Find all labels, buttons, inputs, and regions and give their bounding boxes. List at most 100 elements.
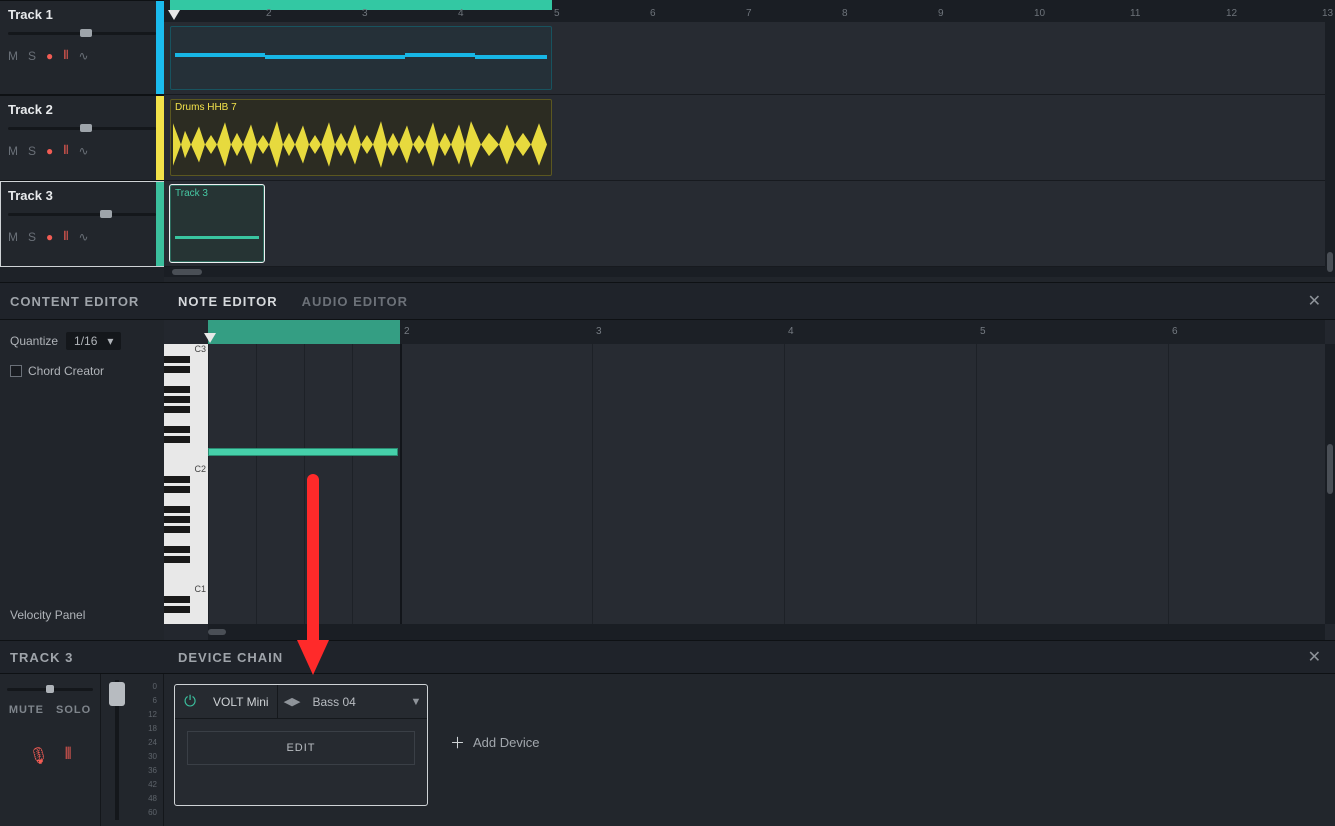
- record-arm-icon[interactable]: ●: [46, 144, 53, 158]
- ruler-tick: 13: [1322, 8, 1333, 19]
- quantize-value: 1/16: [74, 334, 97, 348]
- fader-scale: 0 6 12 18 24 30 36 42 48 60: [133, 680, 157, 820]
- ruler-tick: 11: [1130, 8, 1140, 19]
- eq-icon[interactable]: ⦀: [63, 48, 68, 63]
- ruler-tick: 6: [1172, 326, 1178, 337]
- mute-button[interactable]: M: [8, 230, 18, 244]
- ruler-tick: 2: [404, 326, 410, 337]
- midi-clip[interactable]: [170, 26, 552, 90]
- key-label: C2: [194, 464, 206, 474]
- ruler-tick: 7: [746, 8, 752, 19]
- ruler-tick: 6: [650, 8, 656, 19]
- solo-button[interactable]: S: [28, 49, 36, 63]
- track-strip-3[interactable]: Track 3 M S ● ⦀ ∿: [0, 181, 164, 267]
- key-label: C1: [194, 584, 206, 594]
- automation-icon[interactable]: ∿: [79, 144, 89, 158]
- pan-slider[interactable]: [7, 684, 93, 694]
- track-volume-slider[interactable]: [8, 123, 156, 133]
- device-area: ⏻ VOLT Mini ◀▶ Bass 04 ▼ EDIT ＋ Add Devi…: [164, 674, 1335, 826]
- track-section-title: TRACK 3: [0, 650, 164, 665]
- add-device-button[interactable]: ＋ Add Device: [450, 732, 540, 753]
- h-scrollbar[interactable]: [208, 624, 1325, 640]
- volume-fader[interactable]: 0 6 12 18 24 30 36 42 48 60: [100, 674, 164, 826]
- arrangement-timeline[interactable]: 2 3 4 5 6 7 8 9 10 11 12 13 Drums HHB 7: [164, 0, 1335, 282]
- mute-button[interactable]: M: [8, 49, 18, 63]
- v-scrollbar[interactable]: [1325, 344, 1335, 624]
- waveform: [171, 118, 551, 171]
- ruler-tick: 2: [266, 8, 272, 19]
- arrangement-area: Track 1 M S ● ⦀ ∿ Track 2 M S ● ⦀ ∿: [0, 0, 1335, 282]
- midi-clip[interactable]: Track 3: [170, 185, 264, 262]
- v-scrollbar[interactable]: [1325, 22, 1335, 272]
- h-scrollbar[interactable]: [164, 267, 1335, 277]
- device-power-button[interactable]: ⏻: [175, 693, 205, 710]
- solo-button[interactable]: S: [28, 144, 36, 158]
- chord-creator-checkbox[interactable]: [10, 365, 22, 377]
- editor-header: CONTENT EDITOR NOTE EDITOR AUDIO EDITOR …: [0, 282, 1335, 320]
- ruler-tick: 3: [362, 8, 368, 19]
- close-device-chain-button[interactable]: ✕: [1308, 647, 1321, 667]
- timeline-ruler[interactable]: 2 3 4 5 6 7 8 9 10 11 12 13: [164, 0, 1335, 22]
- ruler-tick: 4: [788, 326, 794, 337]
- mixer-strip: MUTE SOLO 🎙 ⦀: [0, 674, 100, 826]
- preset-name[interactable]: Bass 04: [307, 695, 406, 709]
- piano-roll-ruler[interactable]: 2 3 4 5 6: [208, 320, 1325, 344]
- ruler-tick: 12: [1226, 8, 1237, 19]
- track-strip-2[interactable]: Track 2 M S ● ⦀ ∿: [0, 95, 164, 181]
- velocity-panel-label[interactable]: Velocity Panel: [10, 608, 154, 622]
- device-name: VOLT Mini: [205, 685, 278, 718]
- track-volume-slider[interactable]: [8, 28, 156, 38]
- editor-body: Quantize 1/16 ▾ Chord Creator Velocity P…: [0, 320, 1335, 640]
- midi-note[interactable]: [208, 448, 398, 456]
- solo-button[interactable]: S: [28, 230, 36, 244]
- ruler-tick: 5: [980, 326, 986, 337]
- track-strip-1[interactable]: Track 1 M S ● ⦀ ∿: [0, 0, 164, 95]
- chord-creator-label: Chord Creator: [28, 364, 104, 378]
- clip-label: Track 3: [175, 188, 208, 199]
- loop-region[interactable]: [170, 0, 552, 10]
- playhead[interactable]: [168, 10, 180, 22]
- fader-knob[interactable]: [109, 682, 125, 706]
- mute-button[interactable]: M: [8, 144, 18, 158]
- track-name: Track 3: [8, 188, 156, 203]
- automation-icon[interactable]: ∿: [79, 49, 89, 63]
- preset-prev-next[interactable]: ◀▶: [278, 695, 307, 708]
- chevron-down-icon: ▾: [107, 334, 113, 348]
- piano-roll[interactable]: 2 3 4 5 6 C3 C2 C1: [164, 320, 1335, 640]
- eq-icon[interactable]: ⦀: [65, 746, 72, 766]
- playhead[interactable]: [204, 332, 216, 344]
- automation-icon[interactable]: ∿: [79, 230, 89, 244]
- solo-button[interactable]: SOLO: [56, 704, 91, 716]
- device-chain-title: DEVICE CHAIN: [178, 650, 283, 665]
- clip-region[interactable]: [208, 320, 400, 344]
- content-editor-title: CONTENT EDITOR: [0, 294, 164, 309]
- eq-icon[interactable]: ⦀: [63, 143, 68, 158]
- device-edit-button[interactable]: EDIT: [187, 731, 415, 765]
- device-card[interactable]: ⏻ VOLT Mini ◀▶ Bass 04 ▼ EDIT: [174, 684, 428, 806]
- eq-icon[interactable]: ⦀: [63, 229, 68, 244]
- track-volume-slider[interactable]: [8, 209, 156, 219]
- track-row-3[interactable]: Track 3: [164, 181, 1335, 267]
- ruler-tick: 8: [842, 8, 848, 19]
- tab-audio-editor[interactable]: AUDIO EDITOR: [302, 294, 408, 309]
- record-arm-icon[interactable]: 🎙: [28, 746, 48, 766]
- audio-clip[interactable]: Drums HHB 7: [170, 99, 552, 176]
- track-row-2[interactable]: Drums HHB 7: [164, 95, 1335, 181]
- quantize-select[interactable]: 1/16 ▾: [66, 332, 121, 350]
- tab-note-editor[interactable]: NOTE EDITOR: [178, 294, 278, 309]
- mute-button[interactable]: MUTE: [9, 704, 44, 716]
- track-row-1[interactable]: [164, 22, 1335, 95]
- ruler-tick: 10: [1034, 8, 1045, 19]
- ruler-tick: 3: [596, 326, 602, 337]
- piano-keyboard[interactable]: C3 C2 C1: [164, 344, 208, 624]
- key-label: C3: [194, 344, 206, 354]
- preset-dropdown-icon[interactable]: ▼: [405, 696, 427, 708]
- track-name: Track 1: [8, 7, 156, 22]
- record-arm-icon[interactable]: ●: [46, 49, 53, 63]
- close-editor-button[interactable]: ✕: [1308, 291, 1321, 311]
- track-list: Track 1 M S ● ⦀ ∿ Track 2 M S ● ⦀ ∿: [0, 0, 164, 282]
- device-chain-body: MUTE SOLO 🎙 ⦀ 0 6 12 18 24 30 36 42 48 6…: [0, 674, 1335, 826]
- note-grid[interactable]: [208, 344, 1325, 624]
- track-color-band: [156, 1, 164, 94]
- record-arm-icon[interactable]: ●: [46, 230, 53, 244]
